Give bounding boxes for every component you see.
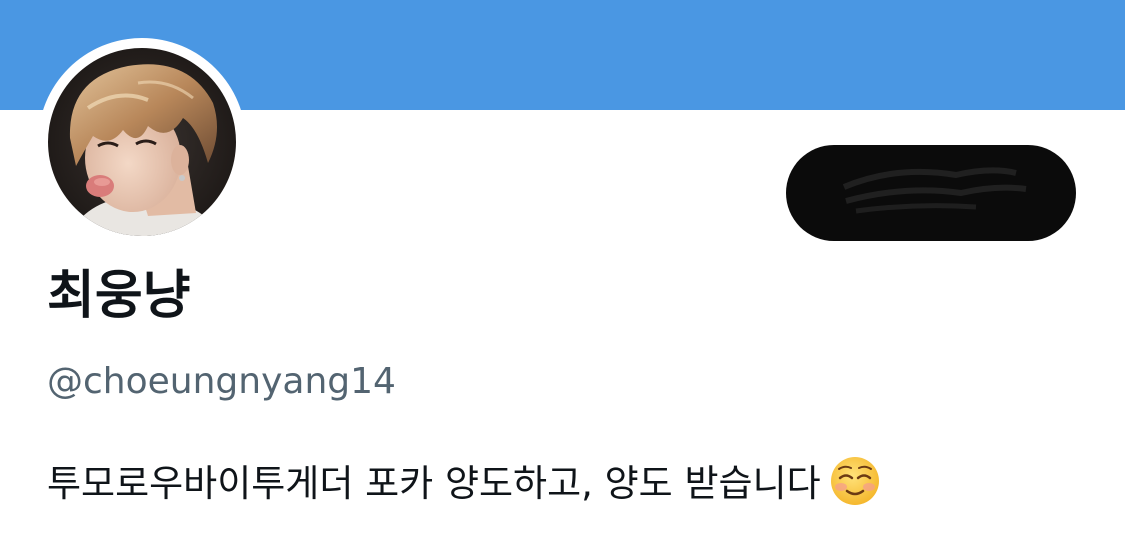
redaction-scribble-icon [842,167,1027,214]
avatar[interactable] [48,48,236,236]
bio-text: 투모로우바이투게더 포카 양도하고, 양도 받습니다 [47,461,821,505]
profile-action-button[interactable] [786,145,1076,241]
smiling-face-emoji-icon [829,455,881,507]
avatar-border [38,38,246,246]
profile-header: 최웅냥 @choeungnyang14 투모로우바이투게더 포카 양도하고, 양… [0,0,1125,533]
avatar-photo-icon [48,48,236,236]
profile-bio: 투모로우바이투게더 포카 양도하고, 양도 받습니다 [47,457,881,507]
display-name: 최웅냥 [47,266,191,326]
user-handle: @choeungnyang14 [47,361,396,402]
